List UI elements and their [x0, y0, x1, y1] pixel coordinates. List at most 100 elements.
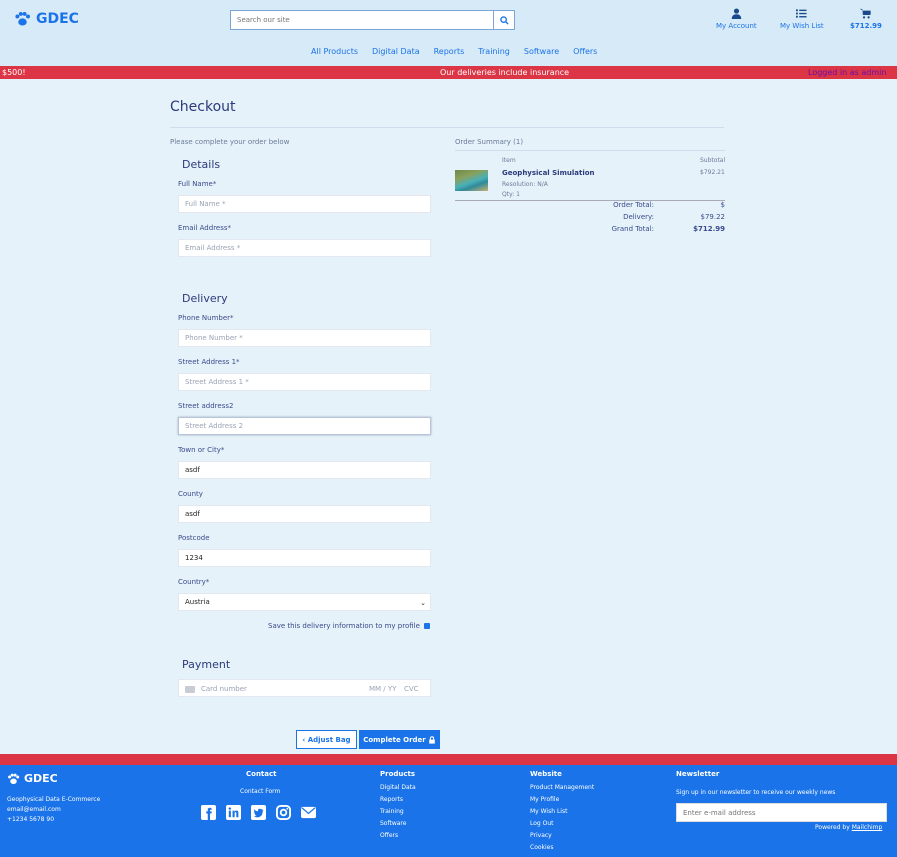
social-links — [201, 805, 316, 820]
adjust-bag-label: Adjust Bag — [307, 735, 351, 744]
product-name: Geophysical Simulation — [502, 169, 595, 177]
nav-software[interactable]: Software — [524, 47, 559, 56]
nav-offers[interactable]: Offers — [573, 47, 597, 56]
footer-link-reports[interactable]: Reports — [380, 796, 403, 803]
footer-link-wishlist[interactable]: My Wish List — [530, 808, 567, 815]
cvc-placeholder: CVC — [404, 685, 419, 693]
order-summary-title: Order Summary (1) — [455, 138, 524, 146]
footer-logo[interactable]: GDEC — [7, 772, 58, 785]
paw-icon — [8, 773, 20, 784]
item-header: Item — [502, 157, 516, 164]
expiry-placeholder: MM / YY — [369, 685, 397, 693]
wishlist-link[interactable]: My Wish List — [780, 8, 824, 30]
street2-input[interactable]: Street Address 2 — [178, 417, 431, 435]
credit-card-icon — [185, 686, 195, 693]
street1-input[interactable]: Street Address 1 * — [178, 373, 431, 391]
country-label: Country* — [178, 578, 210, 586]
cart-total: $712.99 — [850, 22, 882, 30]
full-name-input[interactable]: Full Name * — [178, 195, 431, 213]
footer-link-software[interactable]: Software — [380, 820, 406, 827]
delivery-value: $79.22 — [700, 213, 726, 221]
complete-order-button[interactable]: Complete Order — [359, 730, 440, 749]
adjust-bag-button[interactable]: ‹ Adjust Bag — [296, 730, 357, 749]
town-label: Town or City* — [178, 446, 225, 454]
company-name: Geophysical Data E-Commerce — [7, 796, 101, 803]
footer-logo-text: GDEC — [24, 772, 58, 785]
delivery-label: Delivery: — [623, 213, 654, 221]
complete-order-label: Complete Order — [363, 735, 426, 744]
checkout-main: Checkout Please complete your order belo… — [0, 79, 897, 756]
save-info-row[interactable]: Save this delivery information to my pro… — [268, 622, 430, 630]
user-icon — [731, 8, 742, 19]
paw-icon — [15, 11, 30, 26]
wishlist-label: My Wish List — [780, 22, 824, 30]
country-selected: Austria — [185, 598, 210, 606]
logged-in-status: Logged in as admin — [808, 68, 887, 77]
order-summary-divider — [455, 150, 725, 151]
postcode-input[interactable]: 1234 — [178, 549, 431, 567]
site-logo[interactable]: GDEC — [14, 11, 79, 27]
payment-heading: Payment — [182, 658, 231, 671]
newsletter-description: Sign up in our newsletter to receive our… — [676, 789, 836, 796]
site-footer: GDEC Geophysical Data E-Commerce email@e… — [0, 765, 897, 857]
cart-icon — [860, 8, 872, 19]
product-qty: Qty: 1 — [502, 191, 520, 198]
powered-by: Powered by Mailchimp — [815, 824, 882, 831]
newsletter-email-input[interactable] — [676, 803, 887, 822]
order-total-value: $ — [720, 201, 725, 209]
logo-text: GDEC — [36, 11, 79, 27]
instagram-icon[interactable] — [276, 805, 291, 820]
save-info-checkbox[interactable] — [423, 623, 430, 629]
search-bar — [230, 10, 515, 30]
nav-reports[interactable]: Reports — [434, 47, 465, 56]
card-number-placeholder: Card number — [201, 685, 247, 693]
chevron-down-icon: ⌄ — [420, 599, 426, 607]
contact-heading: Contact — [246, 770, 277, 778]
subtotal-header: Subtotal — [700, 157, 726, 164]
footer-link-cookies[interactable]: Cookies — [530, 844, 554, 851]
footer-link-logout[interactable]: Log Out — [530, 820, 554, 827]
footer-link-offers[interactable]: Offers — [380, 832, 398, 839]
email-label: Email Address* — [178, 224, 232, 232]
email-input[interactable]: Email Address * — [178, 239, 431, 257]
search-button[interactable] — [494, 10, 515, 30]
divider — [170, 127, 724, 128]
products-heading: Products — [380, 770, 416, 778]
product-price: $792.21 — [700, 169, 725, 176]
my-account-link[interactable]: My Account — [716, 8, 757, 30]
phone-input[interactable]: Phone Number * — [178, 329, 431, 347]
footer-link-digital-data[interactable]: Digital Data — [380, 784, 416, 791]
promo-banner: $500! Our deliveries include insurance L… — [0, 66, 897, 79]
footer-link-training[interactable]: Training — [380, 808, 404, 815]
cart-link[interactable]: $712.99 — [850, 8, 882, 30]
twitter-icon[interactable] — [251, 805, 266, 820]
mailchimp-link[interactable]: Mailchimp — [852, 824, 883, 831]
contact-form-link[interactable]: Contact Form — [240, 788, 280, 795]
footer-link-privacy[interactable]: Privacy — [530, 832, 552, 839]
facebook-icon[interactable] — [201, 805, 216, 820]
county-label: County — [178, 490, 203, 498]
linkedin-icon[interactable] — [226, 805, 241, 820]
envelope-icon[interactable] — [301, 805, 316, 820]
banner-message: Our deliveries include insurance — [440, 68, 570, 77]
website-heading: Website — [530, 770, 562, 778]
card-input[interactable]: Card number MM / YY CVC — [178, 679, 431, 697]
town-input[interactable]: asdf — [178, 461, 431, 479]
banner-promo-text: $500! — [2, 68, 26, 77]
footer-link-product-management[interactable]: Product Management — [530, 784, 594, 791]
site-header: GDEC My Account My Wish List $712.99 All… — [0, 0, 897, 66]
search-icon — [499, 15, 509, 25]
search-input[interactable] — [230, 10, 494, 30]
country-select[interactable]: Austria ⌄ — [178, 593, 431, 611]
lock-icon — [428, 735, 435, 744]
footer-link-my-profile[interactable]: My Profile — [530, 796, 559, 803]
nav-digital-data[interactable]: Digital Data — [372, 47, 420, 56]
county-input[interactable]: asdf — [178, 505, 431, 523]
checkout-instructions: Please complete your order below — [170, 138, 290, 146]
postcode-label: Postcode — [178, 534, 210, 542]
nav-training[interactable]: Training — [478, 47, 510, 56]
powered-by-label: Powered by — [815, 824, 850, 831]
street1-label: Street Address 1* — [178, 358, 240, 366]
nav-all-products[interactable]: All Products — [311, 47, 358, 56]
main-nav: All Products Digital Data Reports Traini… — [311, 47, 597, 56]
